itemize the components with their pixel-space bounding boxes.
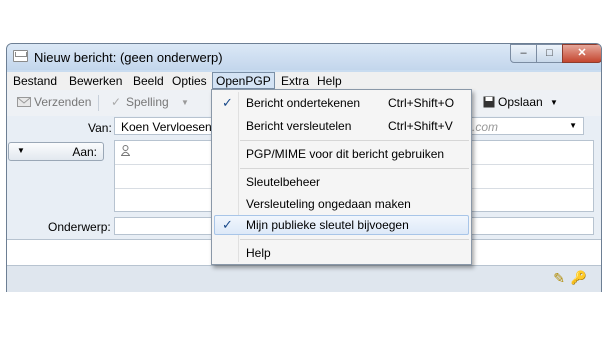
to-label: Aan: <box>72 145 97 159</box>
menu-separator <box>240 140 469 141</box>
contact-icon <box>120 145 131 156</box>
menu-beeld[interactable]: Beeld <box>133 74 164 88</box>
menu-bar: Bestand Bewerken Beeld Opties OpenPGP Ex… <box>7 72 601 90</box>
menu-extra[interactable]: Extra <box>281 74 309 88</box>
menu-item-label: Help <box>246 246 271 260</box>
save-dropdown-icon[interactable]: ▼ <box>550 98 558 107</box>
menu-item-label: Sleutelbeheer <box>246 175 321 189</box>
send-icon <box>17 95 31 108</box>
menu-separator <box>240 168 469 169</box>
menu-item-pgp-mime[interactable]: PGP/MIME voor dit bericht gebruiken <box>214 144 469 164</box>
chevron-down-icon: ▼ <box>17 146 25 155</box>
from-dropdown-icon[interactable]: ▼ <box>569 121 577 130</box>
menu-item-help[interactable]: Help <box>214 243 469 263</box>
status-bar: ✎ 🔑 <box>7 265 601 292</box>
title-bar: Nieuw bericht: (geen onderwerp) – □ ✕ <box>7 44 601 70</box>
menu-bewerken[interactable]: Bewerken <box>69 74 122 88</box>
pencil-icon: ✎ <box>553 270 565 286</box>
spelling-button[interactable]: Spelling <box>126 95 169 109</box>
openpgp-menu: ✓ Bericht ondertekenen Ctrl+Shift+O Beri… <box>211 89 472 265</box>
menu-help[interactable]: Help <box>317 74 342 88</box>
maximize-button[interactable]: □ <box>536 44 563 63</box>
check-icon: ✓ <box>111 95 122 109</box>
menu-item-shortcut: Ctrl+Shift+O <box>388 96 455 110</box>
menu-item-key-management[interactable]: Sleutelbeheer <box>214 172 469 192</box>
check-icon: ✓ <box>222 217 233 232</box>
send-button[interactable]: Verzenden <box>34 95 91 109</box>
window-title: Nieuw bericht: (geen onderwerp) <box>34 50 223 65</box>
menu-separator <box>240 239 469 240</box>
save-button[interactable]: Opslaan <box>498 95 543 109</box>
check-icon: ✓ <box>222 95 233 110</box>
menu-item-undo-encryption[interactable]: Versleuteling ongedaan maken <box>214 194 469 214</box>
menu-item-label: Versleuteling ongedaan maken <box>246 197 411 211</box>
menu-item-label: PGP/MIME voor dit bericht gebruiken <box>246 147 445 161</box>
close-button[interactable]: ✕ <box>562 44 601 63</box>
menu-item-label: Bericht versleutelen <box>246 119 352 133</box>
menu-item-sign[interactable]: ✓ Bericht ondertekenen Ctrl+Shift+O <box>214 93 469 113</box>
from-suffix: .com <box>472 120 499 134</box>
toolbar-divider <box>98 95 99 111</box>
menu-item-label: Mijn publieke sleutel bijvoegen <box>246 218 409 232</box>
from-value: Koen Vervloesen <box>121 120 212 134</box>
key-icon: 🔑 <box>570 270 587 285</box>
menu-item-attach-public-key[interactable]: ✓ Mijn publieke sleutel bijvoegen <box>214 215 469 235</box>
from-label: Van: <box>88 121 112 135</box>
mail-app-icon <box>13 50 28 62</box>
menu-item-label: Bericht ondertekenen <box>246 96 361 110</box>
recipient-type-button[interactable]: ▼ Aan: <box>8 142 104 161</box>
menu-item-shortcut: Ctrl+Shift+V <box>388 119 453 133</box>
menu-opties[interactable]: Opties <box>172 74 207 88</box>
menu-bestand[interactable]: Bestand <box>13 74 57 88</box>
menu-openpgp[interactable]: OpenPGP <box>212 72 275 89</box>
minimize-button[interactable]: – <box>510 44 537 63</box>
save-icon <box>483 96 495 108</box>
subject-label: Onderwerp: <box>48 220 111 234</box>
spelling-dropdown-icon[interactable]: ▼ <box>181 98 189 107</box>
menu-item-encrypt[interactable]: Bericht versleutelen Ctrl+Shift+V <box>214 116 469 136</box>
